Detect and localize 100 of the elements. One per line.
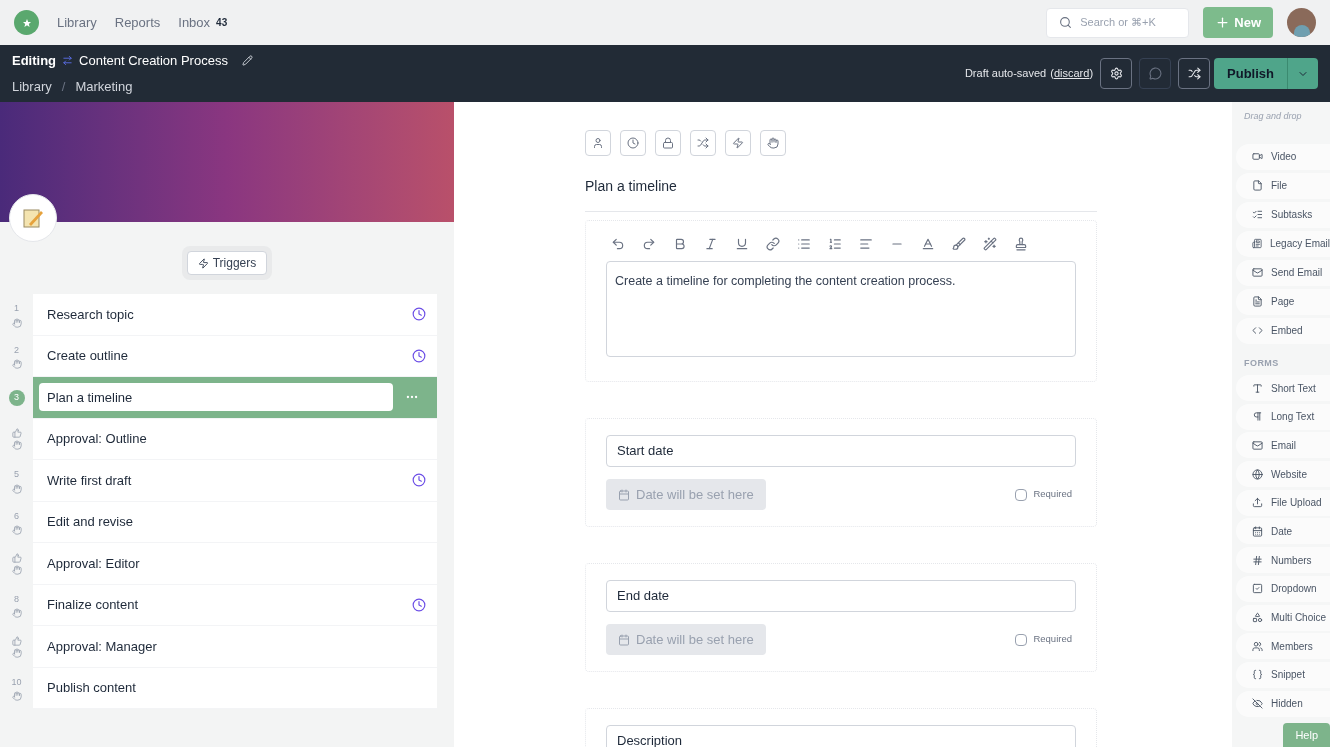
settings-button[interactable] [1100,58,1133,89]
widget-item[interactable]: Date [1236,518,1330,545]
redo-icon[interactable] [642,237,656,251]
shuffle-icon [1187,67,1201,80]
forms-heading: FORMS [1243,356,1280,370]
drag-hint: Drag and drop [1243,110,1303,123]
widget-item[interactable]: Subtasks [1236,201,1330,228]
text-color-icon[interactable] [921,237,935,251]
underline-icon[interactable] [735,237,749,251]
widget-item[interactable]: Legacy Email [1236,230,1330,257]
step-row[interactable]: Create outline [33,335,437,377]
step-heading: Plan a timeline [585,176,1097,212]
required-checkbox[interactable] [1015,488,1028,501]
step-title: Approval: Outline [46,430,148,448]
step-title: Publish content [46,679,137,697]
workflow-icon-badge [9,194,57,242]
search-field[interactable]: Search or ⌘+K [1080,14,1176,31]
hash-icon [1252,554,1263,566]
link-icon[interactable] [766,237,780,251]
search-bar[interactable]: Search or ⌘+K [1046,7,1190,38]
highlight-icon[interactable] [952,237,966,251]
step-row[interactable]: Plan a timeline [33,377,437,419]
step-number: 2 [14,343,19,357]
step-row[interactable]: Approval: Editor [33,543,437,585]
paren: ( [1050,66,1054,82]
align-icon[interactable] [859,237,873,251]
widget-item[interactable]: Website [1236,461,1330,488]
undo-icon[interactable] [611,237,625,251]
widget-item[interactable]: Numbers [1236,547,1330,574]
step-option-button[interactable] [655,130,681,156]
shapes-icon [1252,612,1263,623]
hand-icon [11,647,22,658]
widget-item[interactable]: Dropdown [1236,575,1330,602]
widget-item[interactable]: File Upload [1236,489,1330,516]
widget-item[interactable]: Hidden [1236,690,1330,717]
step-option-button[interactable] [690,130,716,156]
step-row[interactable]: Approval: Manager [33,626,437,668]
step-number: 10 [11,675,22,689]
hand-icon [11,317,22,328]
step-option-button[interactable] [725,130,751,156]
widget-item[interactable]: Video [1236,143,1330,170]
comment-button[interactable] [1139,58,1172,89]
thumbs-up-icon [11,428,22,439]
logo-icon[interactable] [14,10,39,35]
step-row[interactable]: Finalize content [33,584,437,626]
thumbs-up-icon [11,552,22,563]
comment-icon [1148,67,1162,80]
magic-icon[interactable] [983,237,997,251]
widget-item[interactable]: File [1236,172,1330,199]
lightning-icon [732,137,744,149]
step-row[interactable]: Write first draft [33,460,437,502]
widget-item[interactable]: Email [1236,432,1330,459]
text-icon [1252,382,1263,394]
avatar[interactable] [1287,8,1316,37]
shuffle-button[interactable] [1178,58,1211,89]
stamp-icon[interactable] [1014,237,1028,251]
workflow-icon [62,55,74,67]
widget-item[interactable]: Snippet [1236,661,1330,688]
step-row[interactable]: Edit and revise [33,501,437,543]
user-icon [592,137,604,149]
nav-link[interactable]: Inbox [178,12,211,33]
calendar-icon [1252,525,1263,537]
step-title-field[interactable]: Plan a timeline [39,383,393,412]
mail-icon [1252,439,1263,451]
widget-item[interactable]: Page [1236,288,1330,315]
step-option-button[interactable] [620,130,646,156]
nav-link[interactable]: Library [57,12,97,33]
draft-status: Draft auto-saved [964,66,1047,82]
step-option-button[interactable] [760,130,786,156]
thumbs-up-icon [11,635,22,646]
widget-item[interactable]: Long Text [1236,403,1330,430]
widget-item[interactable]: Short Text [1236,375,1330,401]
field-label-input[interactable]: End date [606,580,1076,612]
field-label-input[interactable]: Start date [606,435,1076,467]
step-title: Approval: Manager [46,637,158,656]
widget-item[interactable]: Members [1236,633,1330,660]
nav-link[interactable]: Reports [114,12,161,33]
triggers-button[interactable]: Triggers [186,251,268,275]
step-row[interactable]: Publish content [33,667,437,709]
inbox-count: 43 [216,16,228,30]
italic-icon[interactable] [704,237,718,251]
step-row[interactable]: Approval: Outline [33,418,437,460]
step-option-button[interactable] [585,130,611,156]
numbered-list-icon[interactable] [828,237,842,251]
step-row[interactable]: Research topic [33,294,437,336]
required-checkbox[interactable] [1015,633,1028,646]
description-editor[interactable]: Create a timeline for completing the content creation process. [606,261,1076,357]
widget-item[interactable]: Multi Choice [1236,604,1330,631]
edit-icon[interactable] [241,55,253,67]
bullet-list-icon[interactable] [797,237,811,251]
widget-item[interactable]: Send Email [1236,259,1330,286]
bold-icon[interactable] [673,237,687,251]
step-title: Edit and revise [46,513,134,531]
users-icon [1252,640,1263,652]
hand-icon [767,137,779,149]
hidden-icon [1252,698,1263,710]
breadcrumb-link[interactable]: Library [12,76,52,96]
widget-item[interactable]: Embed [1236,317,1330,344]
step-number: 3 [8,389,25,406]
breadcrumb-link[interactable]: Marketing [75,76,133,96]
